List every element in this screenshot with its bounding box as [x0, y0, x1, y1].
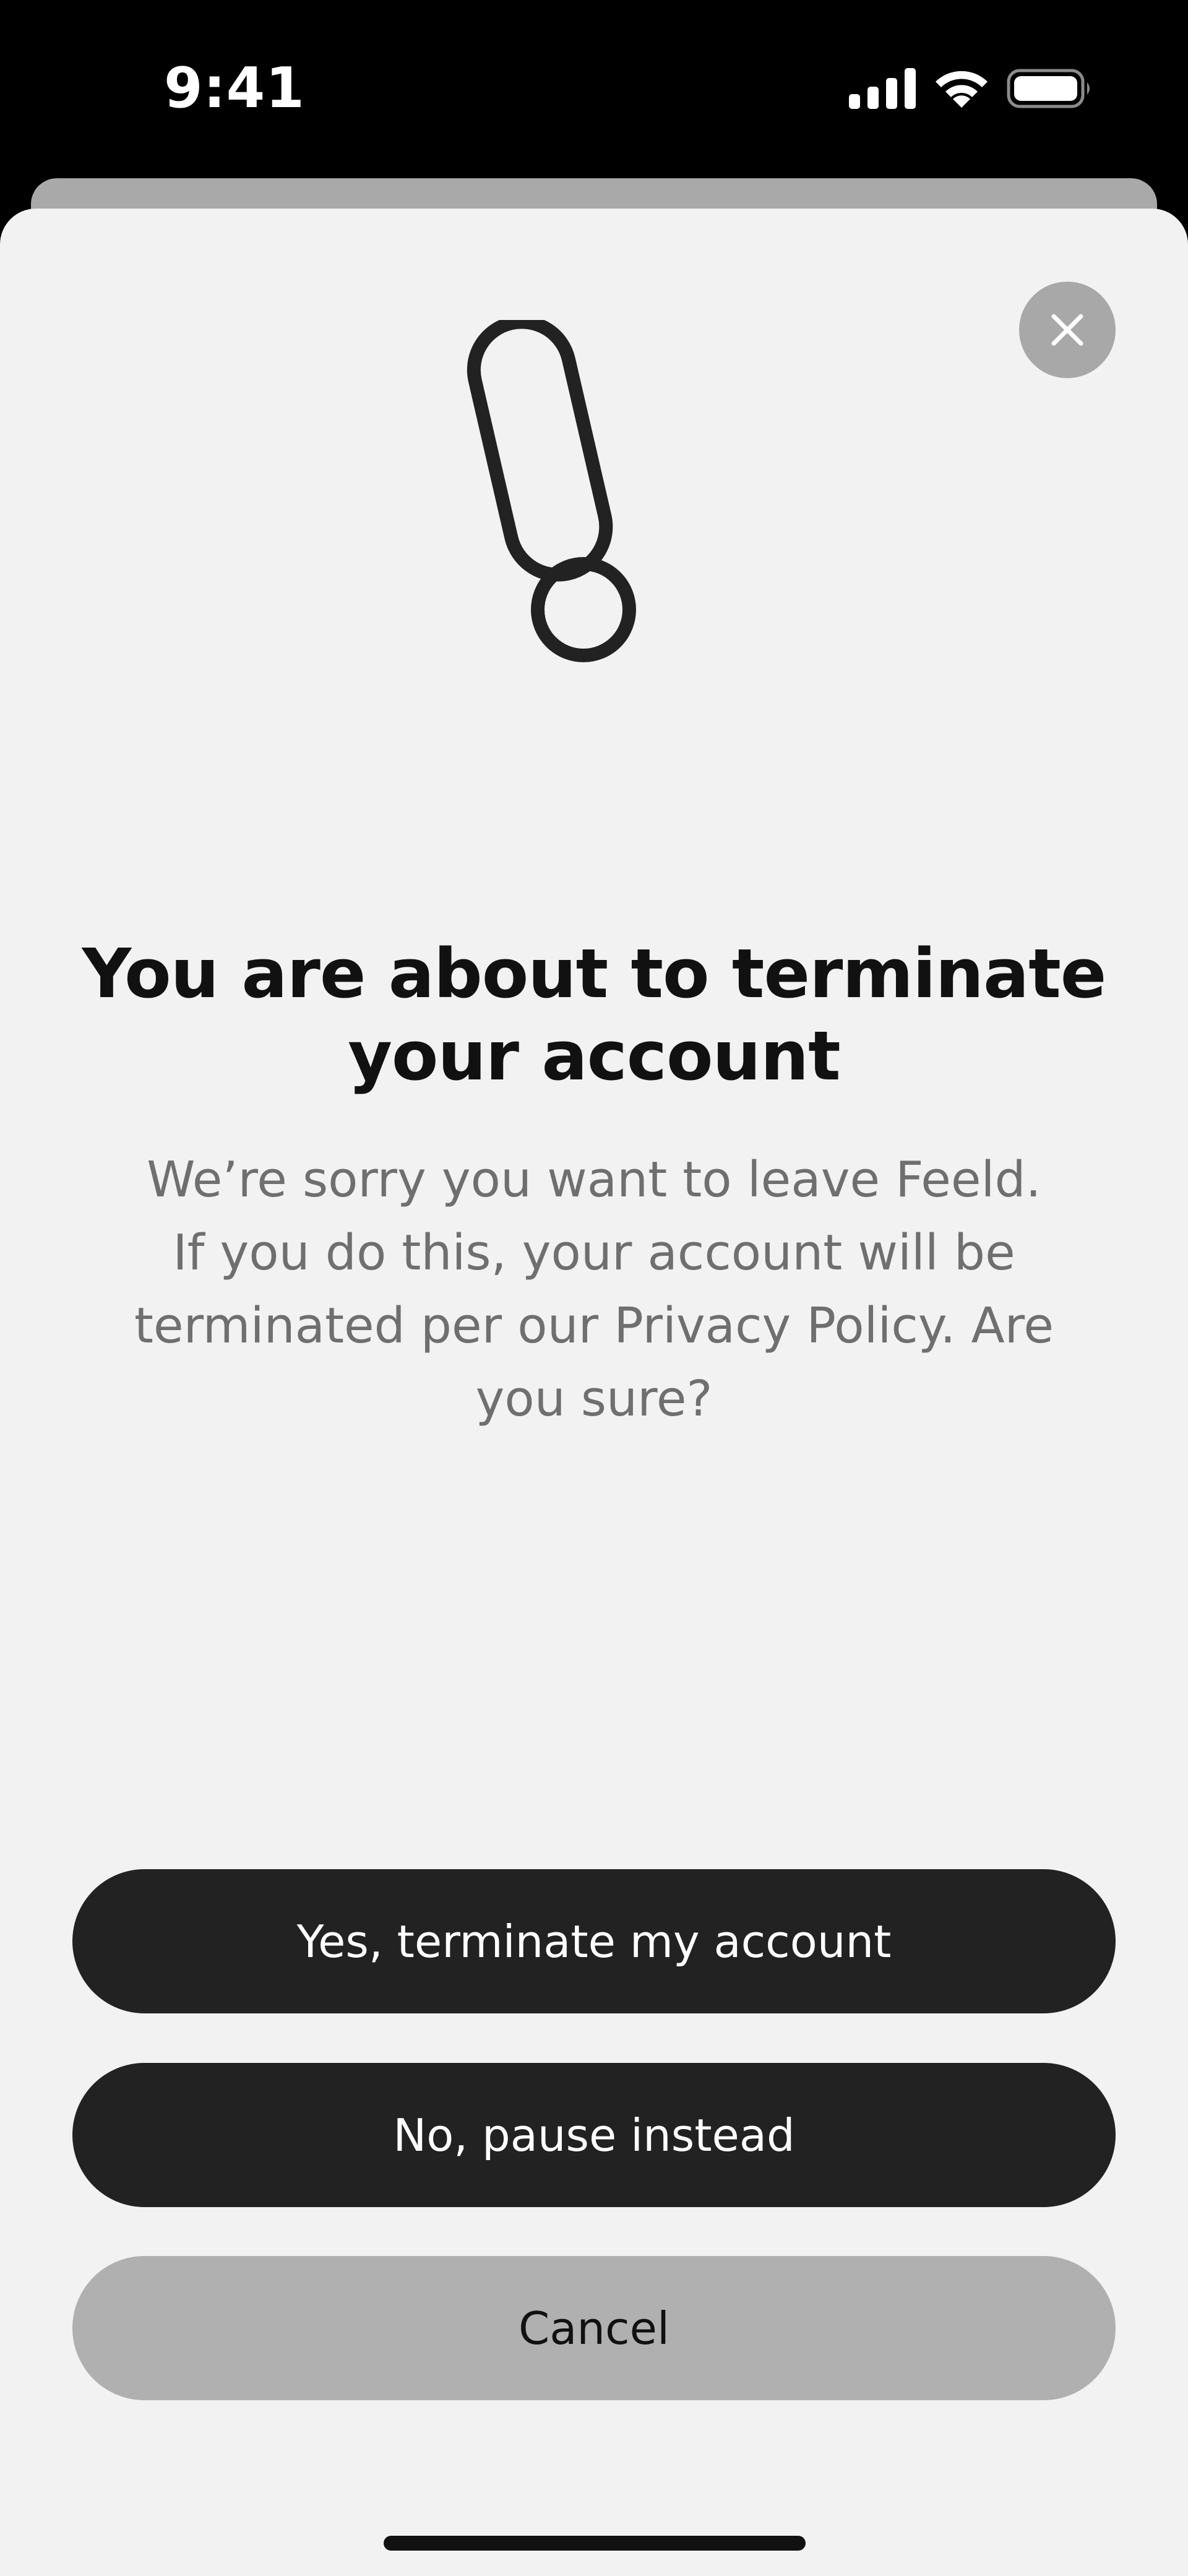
- wifi-icon: [936, 71, 988, 108]
- pause-account-button[interactable]: No, pause instead: [72, 2063, 1116, 2207]
- close-icon: [1051, 314, 1083, 346]
- pause-account-label: No, pause instead: [393, 2109, 795, 2161]
- screen: 9:41 You are about to terminate your acc…: [0, 0, 1188, 2576]
- cancel-label: Cancel: [519, 2302, 669, 2354]
- battery-icon: [1007, 69, 1090, 108]
- termination-dialog: You are about to terminate your account …: [0, 209, 1188, 2576]
- dialog-message: We’re sorry you want to leave Feeld. If …: [134, 1151, 1054, 1427]
- status-time: 9:41: [164, 56, 305, 121]
- cellular-signal-icon: [849, 68, 916, 109]
- terminate-account-label: Yes, terminate my account: [296, 1915, 892, 1968]
- home-indicator: [384, 2536, 806, 2551]
- close-button[interactable]: [1019, 282, 1116, 378]
- cancel-button[interactable]: Cancel: [72, 2256, 1116, 2400]
- status-bar: 9:41: [0, 0, 1188, 179]
- terminate-account-button[interactable]: Yes, terminate my account: [72, 1869, 1116, 2013]
- exclamation-icon: [467, 320, 636, 662]
- dialog-title: You are about to terminate your account: [82, 934, 1107, 1096]
